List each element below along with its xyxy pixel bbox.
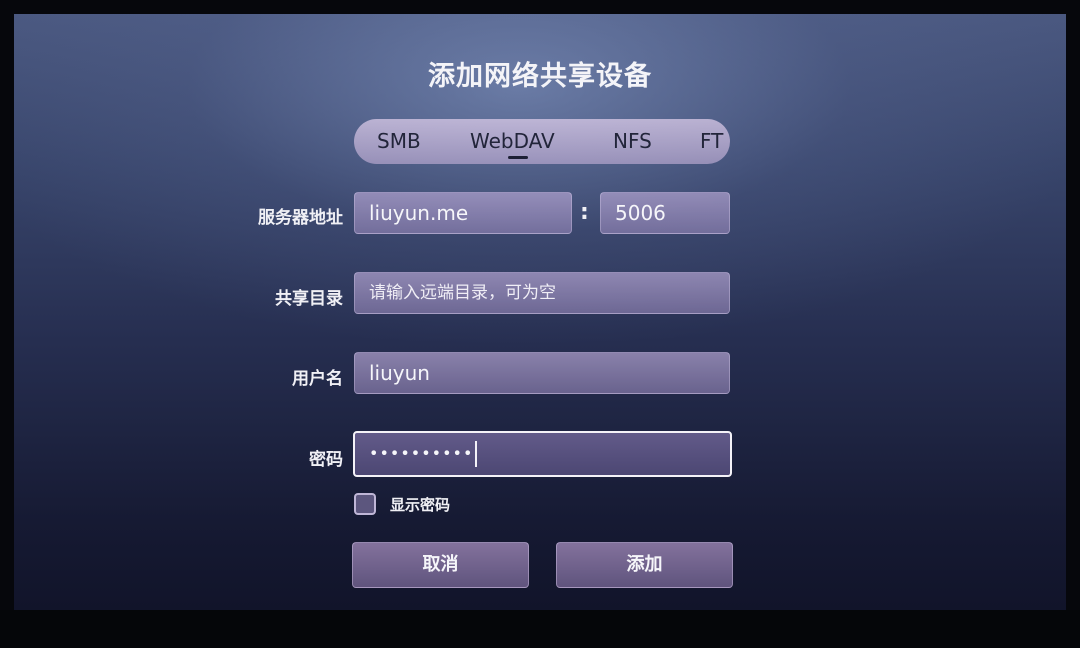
selected-tab-indicator — [508, 156, 528, 159]
server-port-input[interactable]: 5006 — [600, 192, 730, 234]
server-address-label: 服务器地址 — [258, 208, 343, 228]
tab-nfs[interactable]: NFS — [613, 119, 652, 164]
cancel-button[interactable]: 取消 — [352, 542, 529, 588]
server-host-input[interactable]: liuyun.me — [354, 192, 572, 234]
text-caret — [475, 440, 478, 467]
protocol-tabs: SMB WebDAV NFS FT — [354, 119, 730, 164]
add-button[interactable]: 添加 — [556, 542, 733, 588]
password-input[interactable]: •••••••••• — [353, 431, 732, 477]
tab-ftp[interactable]: FT — [700, 119, 723, 164]
password-masked-text: •••••••••• — [369, 443, 474, 463]
screen-bezel — [0, 610, 1080, 648]
username-input[interactable]: liuyun — [354, 352, 730, 394]
show-password-label: 显示密码 — [390, 496, 451, 514]
share-dir-input[interactable]: 请输入远端目录，可为空 — [354, 272, 730, 314]
username-label: 用户名 — [292, 369, 343, 389]
show-password-checkbox[interactable] — [354, 493, 376, 515]
tab-smb[interactable]: SMB — [377, 119, 421, 164]
password-label: 密码 — [309, 450, 343, 470]
dialog-title: 添加网络共享设备 — [428, 61, 652, 92]
share-dir-label: 共享目录 — [275, 289, 343, 309]
host-port-separator: : — [580, 200, 589, 225]
